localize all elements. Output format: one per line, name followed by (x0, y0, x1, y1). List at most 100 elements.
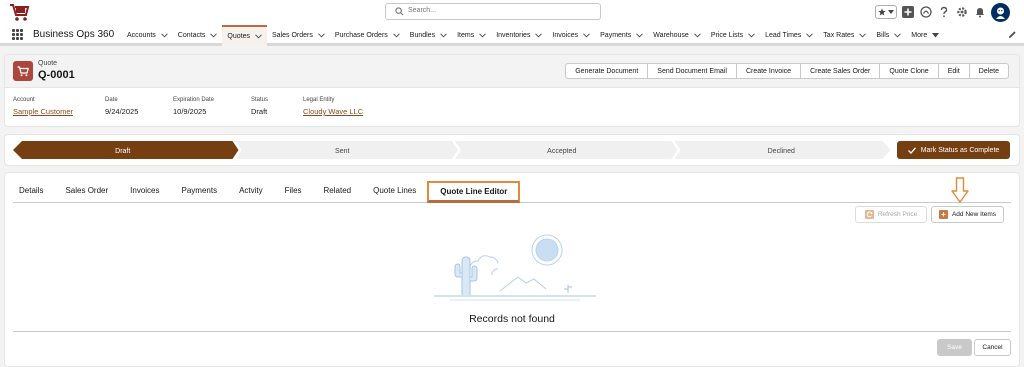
tab-bar: Details Sales Order Invoices Payments Actvit… (13, 179, 1011, 203)
chevron-down-icon[interactable] (693, 33, 701, 38)
status-path: Draft Sent Accepted Declined Mark Status as… (4, 134, 1020, 166)
nav-item-label: Lead Times (765, 32, 802, 39)
field-label: Legal Entity (303, 97, 335, 103)
nav-item-label: Payments (600, 32, 632, 39)
nav-item-payments[interactable]: Payments (595, 25, 648, 46)
question-icon[interactable] (937, 5, 951, 19)
tab-actvity[interactable]: Actvity (228, 179, 274, 202)
quote-clone-button[interactable]: Quote Clone (880, 63, 939, 79)
path-stage-label: Accepted (547, 148, 576, 155)
add-new-items-button[interactable]: + Add New Items (931, 206, 1004, 223)
nav-item-bundles[interactable]: Bundles (405, 25, 452, 46)
bell-icon[interactable] (973, 5, 987, 19)
nav-item-label: Purchase Orders (334, 32, 388, 39)
global-utilities (875, 2, 1010, 22)
field-account: Account Sample Customer (13, 97, 73, 116)
field-date: Date 9/24/2025 (105, 97, 138, 116)
app-name: Business Ops 360 (33, 29, 115, 40)
tab-details[interactable]: Details (13, 179, 54, 202)
gear-icon[interactable] (955, 5, 969, 19)
legal-entity-link[interactable]: Cloudy Wave LLC (303, 107, 363, 116)
account-link[interactable]: Sample Customer (13, 107, 73, 116)
nav-item-contacts[interactable]: Contacts (173, 25, 223, 46)
chevron-down-icon[interactable] (748, 33, 755, 38)
chevron-down-icon[interactable] (894, 33, 902, 38)
cancel-button[interactable]: Cancel (974, 339, 1011, 356)
app-launcher-icon[interactable] (12, 29, 23, 40)
empty-state-text: Records not found (469, 313, 555, 325)
avatar-icon[interactable] (991, 2, 1010, 22)
nav-item-label: Items (457, 32, 475, 39)
field-label: Date (105, 97, 118, 103)
nav-item-lead-times[interactable]: Lead Times (760, 25, 818, 46)
refresh-icon (864, 210, 874, 219)
chevron-down-icon[interactable] (255, 34, 262, 39)
delete-button[interactable]: Delete (969, 63, 1009, 79)
chevron-down-icon[interactable] (535, 33, 543, 38)
plus-icon[interactable] (901, 5, 915, 19)
chevron-down-icon[interactable] (440, 33, 447, 38)
refresh-price-button[interactable]: Refresh Price (855, 206, 927, 223)
object-label: Quote (38, 60, 58, 67)
cactus-icon (454, 256, 478, 295)
chevron-down-icon[interactable] (806, 33, 814, 38)
nav-item-bills[interactable]: Bills (871, 25, 906, 46)
chevron-down-icon[interactable] (859, 33, 867, 38)
mark-status-label: Mark Status as Complete (920, 146, 1000, 154)
sun-icon (531, 234, 563, 266)
nav-item-label: Invoices (552, 32, 579, 39)
cart-logo-icon[interactable] (8, 2, 30, 22)
chevron-down-icon[interactable] (392, 33, 400, 38)
chevron-down-icon[interactable] (479, 33, 487, 38)
field-label: Expiration Date (173, 97, 215, 103)
nav-item-price-lists[interactable]: Price Lists (706, 25, 760, 46)
nav-item-inventories[interactable]: Inventories (491, 25, 547, 46)
chevron-down-icon[interactable] (636, 33, 644, 38)
nav-more-menu[interactable]: More (906, 25, 944, 46)
chevron-down-icon[interactable] (318, 33, 325, 38)
nav-item-purchase-orders[interactable]: Purchase Orders (330, 25, 405, 46)
tab-related[interactable]: Related (313, 179, 363, 202)
create-sales-order-button[interactable]: Create Sales Order (801, 63, 881, 79)
tab-invoices[interactable]: Invoices (119, 179, 170, 202)
chevron-down-icon[interactable] (583, 33, 590, 38)
nav-item-label: Price Lists (710, 32, 744, 39)
edit-button[interactable]: Edit (938, 63, 970, 79)
refresh-price-label: Refresh Price (877, 211, 918, 218)
nav-item-label: Sales Orders (272, 32, 313, 39)
nav-item-sales-orders[interactable]: Sales Orders (267, 25, 330, 46)
global-search[interactable]: Search... (385, 3, 601, 20)
field-label: Status (251, 97, 269, 103)
tab-files[interactable]: Files (274, 179, 313, 202)
field-value: 10/9/2025 (173, 107, 207, 116)
nav-item-items[interactable]: Items (452, 25, 491, 46)
record-name: Q-0001 (38, 69, 75, 81)
nav-item-quotes[interactable]: Quotes (222, 25, 267, 46)
nav-item-accounts[interactable]: Accounts (122, 25, 173, 46)
nav-item-invoices[interactable]: Invoices (547, 25, 595, 46)
caret-down-icon (932, 33, 940, 38)
nav-more-label: More (911, 32, 928, 39)
field-label: Account (13, 97, 35, 103)
save-button[interactable]: Save (937, 339, 972, 356)
chevron-down-icon[interactable] (210, 33, 218, 38)
tab-payments[interactable]: Payments (171, 179, 229, 202)
generate-document-button[interactable]: Generate Document (565, 63, 649, 79)
mark-status-complete-button[interactable]: Mark Status as Complete (897, 141, 1010, 159)
add-new-items-label: Add New Items (951, 211, 997, 218)
star-icon (878, 8, 886, 16)
field-status: Status Draft (251, 97, 268, 116)
cloud-icon[interactable] (919, 5, 933, 19)
chevron-down-icon[interactable] (160, 33, 168, 38)
tab-sales-order[interactable]: Sales Order (54, 179, 119, 202)
nav-item-warehouse[interactable]: Warehouse (648, 25, 706, 46)
favorites-button[interactable] (875, 5, 897, 19)
nav-item-tax-rates[interactable]: Tax Rates (818, 25, 871, 46)
create-invoice-button[interactable]: Create Invoice (736, 63, 802, 79)
path-stage-label: Draft (115, 148, 130, 155)
send-document-email-button[interactable]: Send Document Email (648, 63, 737, 79)
edit-nav-icon[interactable] (1008, 30, 1017, 39)
app-navigation: Business Ops 360 Accounts Contacts Quotes S… (0, 25, 1024, 46)
tab-quote-line-editor[interactable]: Quote Line Editor (427, 181, 521, 203)
tab-quote-lines[interactable]: Quote Lines (362, 179, 427, 202)
